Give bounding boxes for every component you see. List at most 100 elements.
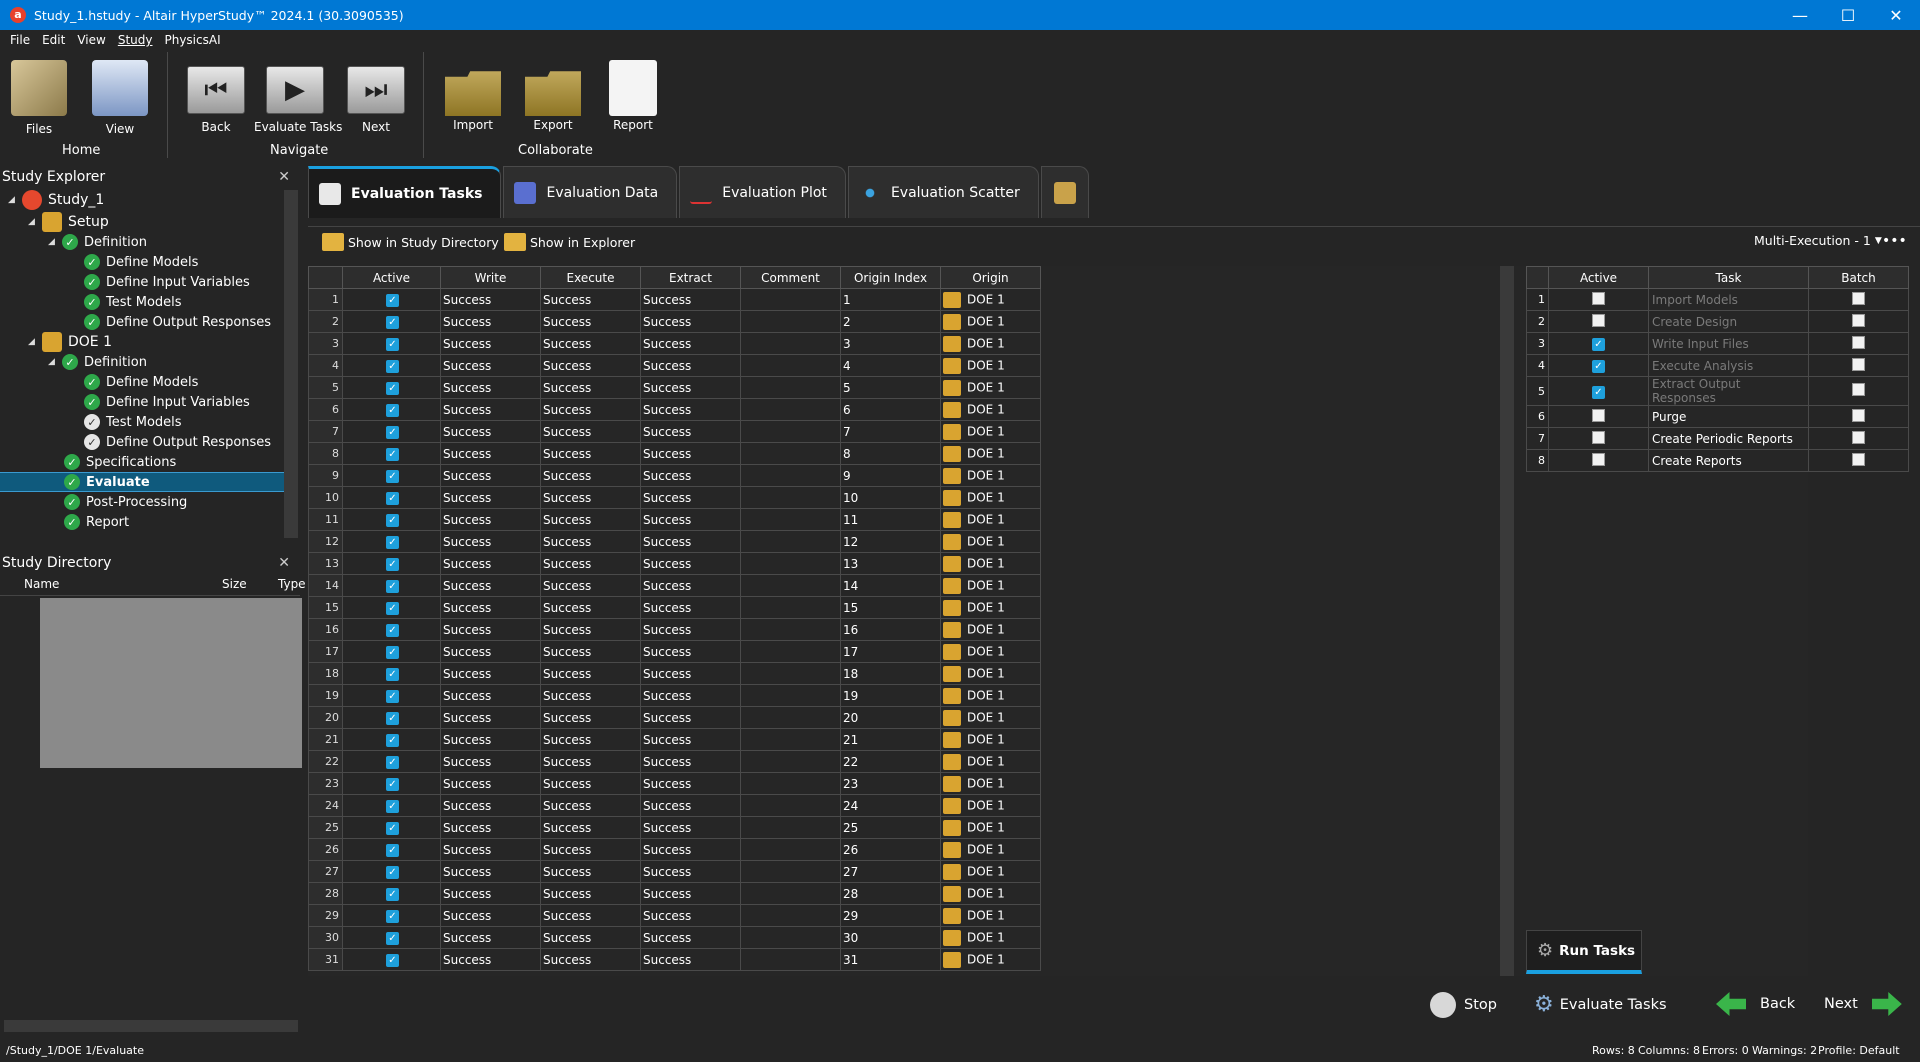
comment-cell[interactable] <box>740 596 841 619</box>
active-checkbox[interactable]: ✓ <box>386 690 399 703</box>
active-checkbox[interactable]: ✓ <box>386 382 399 395</box>
active-checkbox[interactable] <box>1592 313 1605 327</box>
menu-physicsai[interactable]: PhysicsAI <box>158 30 226 50</box>
active-checkbox[interactable]: ✓ <box>386 602 399 615</box>
table-row[interactable]: 10 ✓ Success Success Success 10 DOE 1 <box>308 486 1041 509</box>
col-header[interactable]: Active <box>342 266 441 289</box>
table-row[interactable]: 3 ✓ Success Success Success 3 DOE 1 <box>308 332 1041 355</box>
comment-cell[interactable] <box>740 948 841 971</box>
active-checkbox[interactable]: ✓ <box>386 844 399 857</box>
table-row[interactable]: 8 ✓ Success Success Success 8 DOE 1 <box>308 442 1041 465</box>
comment-cell[interactable] <box>740 420 841 443</box>
tree-setup[interactable]: ◢ Setup <box>28 212 109 232</box>
show-in-explorer-button[interactable]: Show in Explorer <box>504 233 635 251</box>
col-header[interactable]: Active <box>1548 266 1649 289</box>
active-checkbox[interactable]: ✓ <box>386 668 399 681</box>
tree-evaluate[interactable]: ✓ Evaluate <box>0 472 284 492</box>
comment-cell[interactable] <box>740 486 841 509</box>
comment-cell[interactable] <box>740 398 841 421</box>
table-row[interactable]: 14 ✓ Success Success Success 14 DOE 1 <box>308 574 1041 597</box>
comment-cell[interactable] <box>740 750 841 773</box>
batch-checkbox[interactable] <box>1852 408 1865 422</box>
col-header[interactable]: Origin Index <box>840 266 941 289</box>
batch-checkbox[interactable] <box>1852 452 1865 466</box>
files-button[interactable]: Files <box>8 60 70 136</box>
tab-evaluation-data[interactable]: Evaluation Data <box>503 166 678 218</box>
comment-cell[interactable] <box>740 288 841 311</box>
tree-define-output-responses[interactable]: ✓ Define Output Responses <box>84 312 271 332</box>
tree-test-models[interactable]: ✓ Test Models <box>84 292 182 312</box>
comment-cell[interactable] <box>740 904 841 927</box>
active-checkbox[interactable]: ✓ <box>386 536 399 549</box>
tree-define-input-variables[interactable]: ✓ Define Input Variables <box>84 272 250 292</box>
active-checkbox[interactable]: ✓ <box>386 866 399 879</box>
active-checkbox[interactable]: ✓ <box>386 954 399 967</box>
table-row[interactable]: 13 ✓ Success Success Success 13 DOE 1 <box>308 552 1041 575</box>
comment-cell[interactable] <box>740 684 841 707</box>
ribbon-next-button[interactable]: ⏭ Next <box>346 64 406 134</box>
active-checkbox[interactable]: ✓ <box>1592 360 1605 373</box>
task-row[interactable]: 6 Purge <box>1526 405 1909 428</box>
comment-cell[interactable] <box>740 816 841 839</box>
task-row[interactable]: 1 Import Models <box>1526 288 1909 311</box>
batch-checkbox[interactable] <box>1852 291 1865 305</box>
task-row[interactable]: 3 ✓ Write Input Files <box>1526 332 1909 355</box>
comment-cell[interactable] <box>740 508 841 531</box>
table-row[interactable]: 17 ✓ Success Success Success 17 DOE 1 <box>308 640 1041 663</box>
tree-define-models[interactable]: ✓ Define Models <box>84 252 198 272</box>
comment-cell[interactable] <box>740 926 841 949</box>
table-row[interactable]: 1 ✓ Success Success Success 1 DOE 1 <box>308 288 1041 311</box>
active-checkbox[interactable]: ✓ <box>386 294 399 307</box>
tree-setup-definition[interactable]: ◢ ✓ Definition <box>48 232 147 252</box>
active-checkbox[interactable] <box>1592 430 1605 444</box>
table-row[interactable]: 20 ✓ Success Success Success 20 DOE 1 <box>308 706 1041 729</box>
tree-doe-definition[interactable]: ◢ ✓ Definition <box>48 352 147 372</box>
table-row[interactable]: 22 ✓ Success Success Success 22 DOE 1 <box>308 750 1041 773</box>
table-row[interactable]: 23 ✓ Success Success Success 23 DOE 1 <box>308 772 1041 795</box>
show-in-study-directory-button[interactable]: Show in Study Directory <box>322 233 499 251</box>
comment-cell[interactable] <box>740 728 841 751</box>
tab-layout[interactable] <box>1040 166 1089 218</box>
tab-evaluation-tasks[interactable]: Evaluation Tasks <box>308 166 502 218</box>
tree-doe-define-models[interactable]: ✓ Define Models <box>84 372 198 392</box>
table-row[interactable]: 2 ✓ Success Success Success 2 DOE 1 <box>308 310 1041 333</box>
comment-cell[interactable] <box>740 442 841 465</box>
active-checkbox[interactable]: ✓ <box>386 734 399 747</box>
expand-arrow-icon[interactable]: ◢ <box>48 237 62 247</box>
active-checkbox[interactable]: ✓ <box>386 580 399 593</box>
active-checkbox[interactable]: ✓ <box>386 712 399 725</box>
active-checkbox[interactable]: ✓ <box>386 910 399 923</box>
comment-cell[interactable] <box>740 310 841 333</box>
stop-button[interactable]: Stop <box>1430 992 1497 1018</box>
active-checkbox[interactable]: ✓ <box>386 888 399 901</box>
view-button[interactable]: View <box>90 60 150 136</box>
close-icon[interactable]: ✕ <box>278 552 290 574</box>
back-button[interactable]: Back <box>1716 992 1795 1016</box>
table-row[interactable]: 6 ✓ Success Success Success 6 DOE 1 <box>308 398 1041 421</box>
comment-cell[interactable] <box>740 376 841 399</box>
grid-scrollbar[interactable] <box>1500 266 1514 976</box>
import-button[interactable]: Import <box>443 60 503 132</box>
evaluate-tasks-button[interactable]: ⚙ Evaluate Tasks <box>1534 992 1667 1017</box>
table-row[interactable]: 24 ✓ Success Success Success 24 DOE 1 <box>308 794 1041 817</box>
table-row[interactable]: 19 ✓ Success Success Success 19 DOE 1 <box>308 684 1041 707</box>
table-row[interactable]: 18 ✓ Success Success Success 18 DOE 1 <box>308 662 1041 685</box>
active-checkbox[interactable]: ✓ <box>386 624 399 637</box>
active-checkbox[interactable] <box>1592 408 1605 422</box>
active-checkbox[interactable]: ✓ <box>386 448 399 461</box>
comment-cell[interactable] <box>740 882 841 905</box>
table-row[interactable]: 16 ✓ Success Success Success 16 DOE 1 <box>308 618 1041 641</box>
table-row[interactable]: 29 ✓ Success Success Success 29 DOE 1 <box>308 904 1041 927</box>
col-header[interactable]: Extract <box>640 266 741 289</box>
active-checkbox[interactable]: ✓ <box>386 492 399 505</box>
tree-report[interactable]: ✓ Report <box>64 512 129 532</box>
table-row[interactable]: 11 ✓ Success Success Success 11 DOE 1 <box>308 508 1041 531</box>
task-row[interactable]: 4 ✓ Execute Analysis <box>1526 354 1909 377</box>
ribbon-evaluate-tasks-button[interactable]: ▶ Evaluate Tasks <box>254 64 342 134</box>
batch-checkbox[interactable] <box>1852 313 1865 327</box>
task-row[interactable]: 5 ✓ Extract Output Responses <box>1526 376 1909 406</box>
active-checkbox[interactable] <box>1592 291 1605 305</box>
tree-doe-test-models[interactable]: ✓ Test Models <box>84 412 182 432</box>
table-row[interactable]: 12 ✓ Success Success Success 12 DOE 1 <box>308 530 1041 553</box>
menu-view[interactable]: View <box>71 30 111 50</box>
